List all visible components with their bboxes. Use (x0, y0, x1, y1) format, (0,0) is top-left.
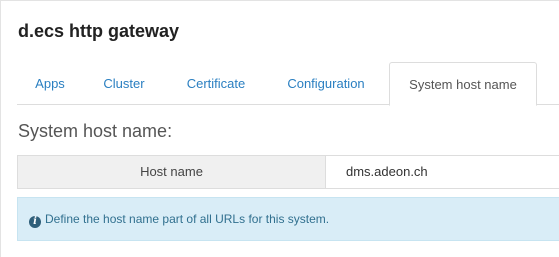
tab-certificate[interactable]: Certificate (165, 62, 267, 105)
info-alert: i Define the host name part of all URLs f… (17, 197, 559, 241)
tab-system-host-name[interactable]: System host name (389, 62, 537, 106)
host-name-value: dms.adeon.ch (326, 156, 559, 188)
tab-apps[interactable]: Apps (17, 62, 83, 105)
info-text: Define the host name part of all URLs fo… (45, 212, 330, 226)
tab-bar: Apps Cluster Certificate Configuration S… (17, 62, 559, 106)
info-icon: i (29, 216, 41, 228)
host-name-label: Host name (18, 156, 326, 188)
tab-cluster[interactable]: Cluster (83, 62, 165, 105)
host-name-row: Host name dms.adeon.ch (17, 155, 559, 189)
app-title: d.ecs http gateway (18, 21, 180, 41)
gateway-panel: d.ecs http gateway Apps Cluster Certific… (0, 0, 559, 257)
section-title: System host name: (18, 121, 173, 141)
tab-configuration[interactable]: Configuration (267, 62, 385, 105)
